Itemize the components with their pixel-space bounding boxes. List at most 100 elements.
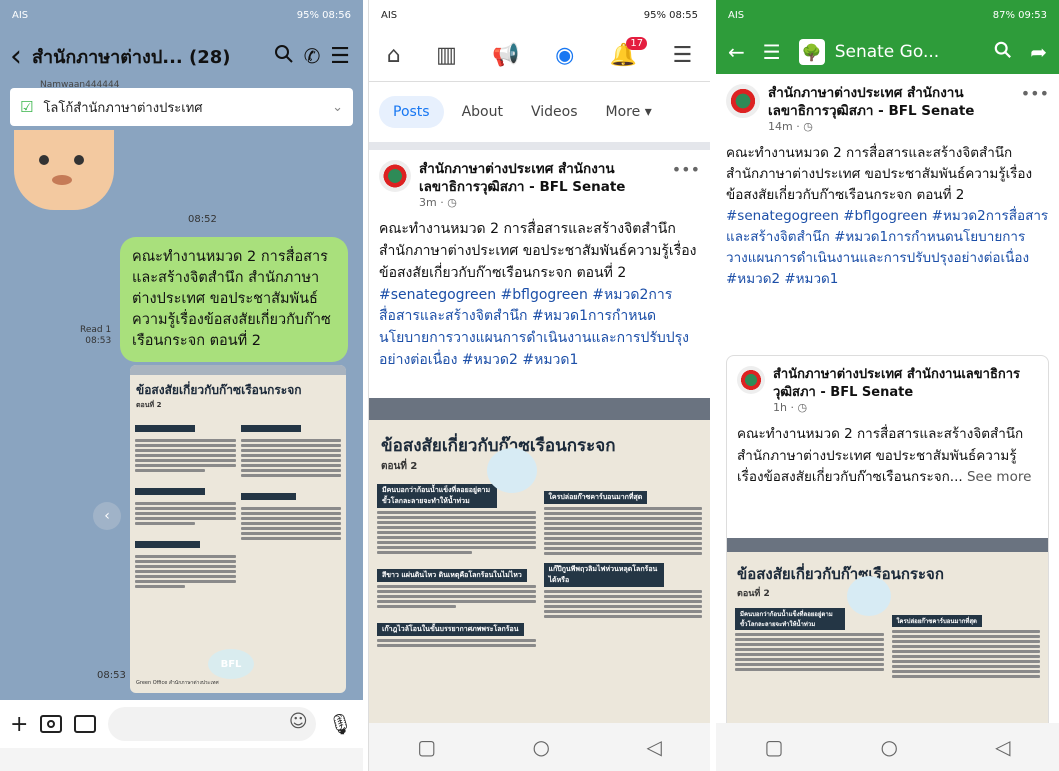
recent-apps-button[interactable]: ▢ <box>765 735 784 759</box>
image-time: 08:53 <box>97 670 126 681</box>
facebook-page-screenshot: AIS 95% 08:55 ⌂ ▥ 📢 ◉ 🔔 17 ☰ Posts About … <box>368 0 710 771</box>
search-icon[interactable] <box>994 40 1012 64</box>
status-right: 95% 08:56 <box>296 9 351 21</box>
message-text: คณะทำงานหมวด 2 การสื่อสารและสร้างจิตสำนึ… <box>132 249 331 350</box>
more-options-icon[interactable]: ••• <box>672 160 700 209</box>
tab-about[interactable]: About <box>452 96 513 128</box>
android-nav-bar: ▢ ○ ◁ <box>369 723 710 771</box>
page-name[interactable]: สำนักภาษาต่างประเทศ สำนักงานเลขาธิการวุฒ… <box>768 84 1013 120</box>
poster-subtitle: ตอนที่ 2 <box>381 461 418 472</box>
app-bar: ← ☰ 🌳 Senate Go... ➦ <box>716 30 1059 74</box>
shared-page-name[interactable]: สำนักภาษาต่างประเทศ สำนักงานเลขาธิการวุฒ… <box>773 366 1038 401</box>
poster-footer: Green Office สำนักภาษาต่างประเทศ <box>136 680 219 686</box>
share-button[interactable]: ‹ <box>93 502 121 530</box>
menu-icon[interactable]: ☰ <box>673 43 693 68</box>
fb-nav: ⌂ ▥ 📢 ◉ 🔔 17 ☰ <box>369 30 710 82</box>
chat-title: สำนักภาษาต่างป... (28) <box>32 46 231 68</box>
notification-badge: 17 <box>626 37 648 50</box>
tab-videos[interactable]: Videos <box>521 96 588 128</box>
message-input[interactable]: ☺ <box>108 707 316 741</box>
message-time: 08:52 <box>188 214 217 225</box>
tab-more[interactable]: More ▾ <box>596 96 662 128</box>
status-bar: AIS 95% 08:56 <box>0 0 363 30</box>
post-hashtags[interactable]: #senategogreen #bflgogreen #หมวด2การสื่อ… <box>379 287 689 368</box>
poster-badge: BFL <box>208 649 254 679</box>
post-body: คณะทำงานหมวด 2 การสื่อสารและสร้างจิตสำนึ… <box>379 221 697 281</box>
poster-question: แก๊ปีกูนพีพฤวลิมไฟห่วนหลุดโลกร้อนได้หรือ <box>543 563 664 587</box>
menu-icon[interactable]: ☰ <box>763 40 781 64</box>
notifications-icon[interactable]: 🔔 17 <box>610 37 648 68</box>
pinned-announcement[interactable]: ☑ โลโก้สำนักภาษาต่างประเทศ ⌄ <box>10 88 353 126</box>
post-text: คณะทำงานหมวด 2 การสื่อสารและสร้างจิตสำนึ… <box>716 143 1059 289</box>
menu-icon[interactable]: ☰ <box>327 44 353 69</box>
poster-question: ใครปล่อยก๊าซคาร์บอนมากที่สุด <box>891 615 982 627</box>
read-time: 08:53 <box>85 335 112 346</box>
poster-image[interactable]: ข้อสงสัยเกี่ยวกับก๊าซเรือนกระจก ตอนที่ 2… <box>727 538 1048 734</box>
post-body: คณะทำงานหมวด 2 การสื่อสารและสร้างจิตสำนึ… <box>726 145 1033 204</box>
recent-apps-button[interactable]: ▢ <box>417 735 436 759</box>
back-button[interactable]: ‹ <box>10 39 22 74</box>
back-nav-button[interactable]: ◁ <box>646 735 661 759</box>
home-icon[interactable]: ⌂ <box>387 43 401 68</box>
home-button[interactable]: ○ <box>533 735 550 759</box>
poster-image[interactable]: ข้อสงสัยเกี่ยวกับก๊าซเรือนกระจก ตอนที่ 2… <box>369 398 710 723</box>
post-header: สำนักภาษาต่างประเทศ สำนักงานเลขาธิการวุฒ… <box>369 150 710 219</box>
see-more-link[interactable]: See more <box>963 469 1031 485</box>
status-right: 95% 08:55 <box>643 9 698 21</box>
status-bar: AIS 87% 09:53 <box>716 0 1059 30</box>
post-hashtags[interactable]: #senategogreen #bflgogreen #หมวด2การสื่อ… <box>726 208 1048 287</box>
line-chat-screenshot: AIS 95% 08:56 ‹ สำนักภาษาต่างป... (28) ✆… <box>0 0 363 771</box>
page-avatar[interactable] <box>379 160 411 192</box>
poster-title: ข้อสงสัยเกี่ยวกับก๊าซเรือนกระจก <box>381 436 616 456</box>
poster-question: เก๊าฎไวล้โอนในขั้นบรรยากาศภพพระโลกร้อน <box>377 623 524 636</box>
search-icon[interactable] <box>271 44 297 68</box>
post-time: 3m · ◷ <box>419 196 457 210</box>
phone-call-icon[interactable]: ✆ <box>297 44 327 68</box>
image-icon[interactable] <box>74 715 97 733</box>
pinned-text: โลโก้สำนักภาษาต่างประเทศ <box>43 100 203 116</box>
chat-header: ‹ สำนักภาษาต่างป... (28) ✆ ☰ <box>0 30 363 82</box>
share-icon[interactable]: ➦ <box>1030 40 1047 64</box>
camera-icon[interactable] <box>40 715 63 733</box>
checkbox-icon: ☑ <box>20 98 34 116</box>
page-name[interactable]: สำนักภาษาต่างประเทศ สำนักงานเลขาธิการวุฒ… <box>419 160 664 196</box>
shared-post-card[interactable]: สำนักภาษาต่างประเทศ สำนักงานเลขาธิการวุฒ… <box>726 355 1049 735</box>
polar-bear-picture <box>487 448 537 493</box>
group-logo: 🌳 <box>798 39 825 65</box>
plus-icon[interactable]: + <box>10 712 28 737</box>
tab-posts[interactable]: Posts <box>379 96 444 128</box>
android-nav-bar <box>0 748 363 771</box>
more-options-icon[interactable]: ••• <box>1021 84 1049 133</box>
poster-question: ใครปล่อยก๊าซคาร์บอนมากที่สุด <box>543 491 648 504</box>
shared-text: คณะทำงานหมวด 2 การสื่อสารและสร้างจิตสำนึ… <box>727 424 1048 489</box>
post-text: คณะทำงานหมวด 2 การสื่อสารและสร้างจิตสำนึ… <box>369 219 710 371</box>
bear-sticker <box>14 130 114 210</box>
status-bar: AIS 95% 08:55 <box>369 0 710 30</box>
poster-subtitle: ตอนที่ 2 <box>136 401 162 409</box>
post-header: สำนักภาษาต่างประเทศ สำนักงานเลขาธิการวุฒ… <box>716 74 1059 143</box>
poster-image[interactable]: ข้อสงสัยเกี่ยวกับก๊าซเรือนกระจก ตอนที่ 2… <box>130 365 346 693</box>
home-button[interactable]: ○ <box>881 735 898 759</box>
input-bar: + ☺ 🎙 <box>0 700 363 748</box>
emoji-icon[interactable]: ☺ <box>289 711 308 732</box>
read-receipt: Read 1 08:53 <box>80 325 111 347</box>
chevron-down-icon[interactable]: ⌄ <box>332 100 343 115</box>
status-left: AIS <box>728 9 745 21</box>
poster-question: สีขาว แผ่นดินไหว ดินเหตุคือโลกร้อนในไม่ไ… <box>377 569 527 582</box>
poster-title: ข้อสงสัยเกี่ยวกับก๊าซเรือนกระจก <box>136 383 302 397</box>
page-avatar[interactable] <box>726 84 760 118</box>
poster-title: ข้อสงสัยเกี่ยวกับก๊าซเรือนกระจก <box>737 565 944 583</box>
megaphone-icon[interactable]: 📢 <box>492 43 519 68</box>
read-label: Read 1 <box>80 325 112 335</box>
shared-avatar[interactable] <box>737 366 765 394</box>
status-right: 87% 09:53 <box>992 9 1047 21</box>
profile-icon[interactable]: ◉ <box>555 43 574 68</box>
group-title: Senate Go... <box>834 42 940 62</box>
pages-icon[interactable]: ▥ <box>436 43 457 68</box>
poster-question: มีคนบอกว่าก้อนน้ำแข็งที่ลอยอยู่ตามขั้วโล… <box>377 484 497 508</box>
microphone-icon[interactable]: 🎙 <box>328 712 353 736</box>
android-nav-bar: ▢ ○ ◁ <box>716 723 1059 771</box>
back-arrow-icon[interactable]: ← <box>728 40 745 64</box>
back-nav-button[interactable]: ◁ <box>995 735 1010 759</box>
message-bubble[interactable]: คณะทำงานหมวด 2 การสื่อสารและสร้างจิตสำนึ… <box>120 237 348 363</box>
